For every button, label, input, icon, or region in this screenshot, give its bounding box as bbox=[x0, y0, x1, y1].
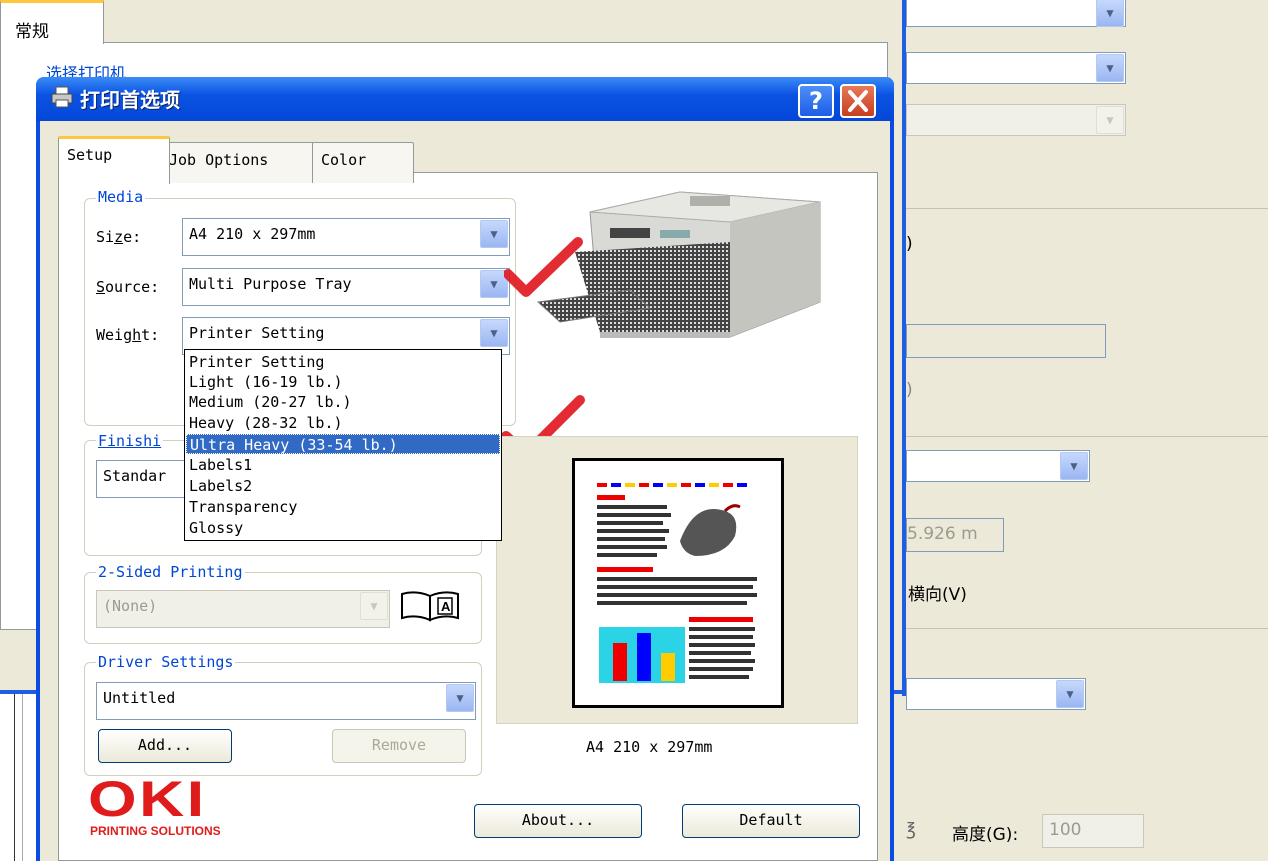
height-value: 100 bbox=[1049, 820, 1082, 840]
right-combo-4[interactable]: ▼ bbox=[906, 450, 1090, 482]
orientation-landscape-label[interactable]: 横向(V) bbox=[908, 580, 967, 605]
chevron-down-icon: ▼ bbox=[1096, 106, 1124, 134]
finishing-value: Standar bbox=[103, 467, 167, 485]
remove-button: Remove bbox=[332, 729, 466, 763]
right-text-box[interactable] bbox=[906, 324, 1106, 358]
divider bbox=[906, 628, 1268, 629]
duplex-book-icon: A bbox=[401, 591, 459, 622]
chevron-down-icon[interactable]: ▼ bbox=[1060, 452, 1088, 480]
two-sided-legend: 2-Sided Printing bbox=[96, 563, 245, 581]
divider bbox=[906, 436, 1268, 437]
two-sided-select: (None) ▼ bbox=[96, 590, 390, 628]
finishing-legend: Finishi bbox=[96, 432, 164, 450]
right-combo-5[interactable]: ▼ bbox=[906, 678, 1086, 710]
help-button[interactable]: ? bbox=[798, 84, 834, 118]
default-button[interactable]: Default bbox=[682, 804, 860, 838]
tab-job-options[interactable]: Job Options bbox=[160, 142, 322, 183]
weight-option[interactable]: Labels1 bbox=[186, 455, 500, 475]
media-legend: Media bbox=[96, 188, 146, 206]
select-printer-label: 选择打印机 bbox=[46, 64, 127, 78]
background-tabstrip bbox=[0, 0, 905, 42]
tab-general[interactable]: 常规 bbox=[0, 0, 104, 44]
weight-value: Printer Setting bbox=[189, 324, 325, 342]
source-select[interactable]: Multi Purpose Tray ▼ bbox=[182, 268, 510, 306]
right-combo-2[interactable]: ▼ bbox=[906, 52, 1126, 84]
background-lower-left bbox=[0, 694, 40, 861]
source-label: Source: bbox=[96, 278, 160, 296]
divider bbox=[906, 208, 1268, 209]
preview-content-graphic bbox=[597, 483, 757, 683]
weight-option-selected[interactable]: Ultra Heavy (33-54 lb.) bbox=[186, 434, 500, 454]
page-preview bbox=[572, 458, 784, 708]
size-select[interactable]: A4 210 x 297mm ▼ bbox=[182, 218, 510, 256]
two-sided-value: (None) bbox=[103, 597, 158, 615]
height-label: 高度(G): bbox=[952, 825, 1019, 845]
close-icon bbox=[848, 90, 868, 112]
tab-color[interactable]: Color bbox=[312, 142, 414, 183]
weight-option[interactable]: Medium (20-27 lb.) bbox=[186, 392, 500, 412]
weight-label: Weight: bbox=[96, 326, 160, 344]
weight-option[interactable]: Labels2 bbox=[186, 476, 500, 496]
preview-caption: A4 210 x 297mm bbox=[586, 738, 713, 756]
oki-logo: OKI bbox=[88, 771, 207, 827]
chevron-down-icon[interactable]: ▼ bbox=[446, 684, 474, 712]
measure-value: 5.926 m bbox=[907, 524, 978, 544]
paren-fragment-2: ) bbox=[906, 380, 913, 400]
size-value: A4 210 x 297mm bbox=[189, 225, 316, 243]
right-settings-panel: ▼ ▼ ▼ ) ) ▼ 5.926 m 横向(V) ▼ ℥ 高度(G): 100 bbox=[906, 0, 1268, 861]
add-button[interactable]: Add... bbox=[98, 729, 232, 763]
chevron-down-icon[interactable]: ▼ bbox=[1096, 54, 1124, 82]
tab-setup[interactable]: Setup bbox=[58, 136, 170, 184]
about-button[interactable]: About... bbox=[474, 804, 642, 838]
weight-option[interactable]: Light (16-19 lb.) bbox=[186, 372, 500, 392]
weight-option[interactable]: Glossy bbox=[186, 518, 500, 538]
close-button[interactable] bbox=[840, 84, 876, 118]
driver-settings-value: Untitled bbox=[103, 689, 176, 707]
weight-option[interactable]: Heavy (28-32 lb.) bbox=[186, 413, 500, 433]
paren-fragment: ) bbox=[906, 234, 913, 254]
weight-option[interactable]: Transparency bbox=[186, 497, 500, 517]
chevron-down-icon[interactable]: ▼ bbox=[480, 319, 508, 347]
annotation-checkmark bbox=[504, 237, 583, 297]
link-chain-icon: ℥ bbox=[906, 820, 916, 840]
chevron-down-icon[interactable]: ▼ bbox=[1096, 0, 1124, 27]
height-field[interactable]: 100 bbox=[1042, 814, 1144, 848]
source-value: Multi Purpose Tray bbox=[189, 275, 352, 293]
oki-tagline: PRINTING SOLUTIONS bbox=[90, 824, 221, 838]
driver-settings-select[interactable]: Untitled ▼ bbox=[96, 682, 476, 720]
weight-option[interactable]: Printer Setting bbox=[186, 352, 500, 372]
chevron-down-icon: ▼ bbox=[360, 592, 388, 620]
driver-settings-legend: Driver Settings bbox=[96, 653, 236, 671]
measure-field[interactable]: 5.926 m bbox=[906, 518, 1004, 552]
weight-dropdown-list[interactable]: Printer Setting Light (16-19 lb.) Medium… bbox=[184, 349, 502, 541]
chevron-down-icon[interactable]: ▼ bbox=[1056, 680, 1084, 708]
dialog-title: 打印首选项 bbox=[80, 88, 180, 112]
right-combo-3-disabled: ▼ bbox=[906, 104, 1126, 136]
size-label: Size: bbox=[96, 228, 142, 246]
right-combo-1[interactable]: ▼ bbox=[906, 0, 1126, 27]
printer-icon bbox=[51, 86, 73, 108]
svg-text:A: A bbox=[441, 599, 451, 614]
